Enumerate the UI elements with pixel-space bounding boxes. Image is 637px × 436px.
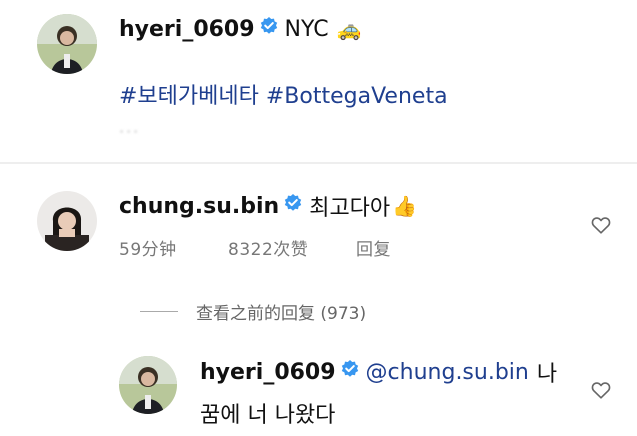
verified-badge-icon bbox=[259, 16, 279, 42]
comment-like-count[interactable]: 8322次赞 bbox=[228, 235, 308, 260]
reply-author-avatar[interactable] bbox=[119, 356, 177, 414]
post-divider bbox=[0, 162, 637, 164]
verified-badge-icon bbox=[340, 359, 360, 385]
post-location-text: NYC bbox=[284, 16, 329, 42]
reply-author-avatar-image bbox=[119, 356, 177, 414]
post-faded-text: ··· bbox=[119, 122, 141, 141]
heart-outline-icon[interactable] bbox=[590, 379, 612, 401]
comment-header: chung.su.bin 최고다아 👍 bbox=[119, 191, 418, 222]
comment-time: 59分钟 bbox=[119, 240, 177, 260]
heart-outline-icon[interactable] bbox=[590, 214, 612, 236]
reply-text-line1: 나 bbox=[536, 362, 558, 387]
reply-text-line2: 꿈에 너 나왔다 bbox=[200, 403, 336, 428]
reply-header: hyeri_0609 @chung.su.bin 나 bbox=[200, 357, 558, 388]
reply-author-username[interactable]: hyeri_0609 bbox=[200, 360, 336, 385]
view-previous-replies-label: 查看之前的回复 (973) bbox=[196, 303, 367, 324]
thumbs-up-emoji-icon: 👍 bbox=[392, 194, 418, 218]
comment-author-username[interactable]: chung.su.bin bbox=[119, 194, 279, 219]
post-hashtags[interactable]: #보테가베네타 #BottegaVeneta bbox=[119, 78, 448, 110]
post-author-avatar[interactable] bbox=[37, 14, 97, 74]
comment-author-avatar[interactable] bbox=[37, 191, 97, 251]
post-caption-header: hyeri_0609 NYC 🚕 bbox=[119, 14, 362, 44]
taxi-emoji-icon: 🚕 bbox=[336, 17, 362, 41]
comment-text: 최고다아 bbox=[309, 196, 391, 221]
comment-reply-button[interactable]: 回复 bbox=[356, 235, 391, 260]
replies-divider-line bbox=[140, 310, 178, 312]
post-author-avatar-image bbox=[37, 14, 97, 74]
instagram-comments-screen: hyeri_0609 NYC 🚕 #보테가베네타 #BottegaVeneta … bbox=[0, 0, 637, 436]
comment-author-avatar-image bbox=[37, 191, 97, 251]
reply-mention[interactable]: @chung.su.bin bbox=[366, 360, 529, 385]
post-author-username[interactable]: hyeri_0609 bbox=[119, 17, 255, 42]
view-previous-replies-button[interactable]: 查看之前的回复 (973) bbox=[140, 299, 367, 324]
verified-badge-icon bbox=[283, 193, 303, 219]
